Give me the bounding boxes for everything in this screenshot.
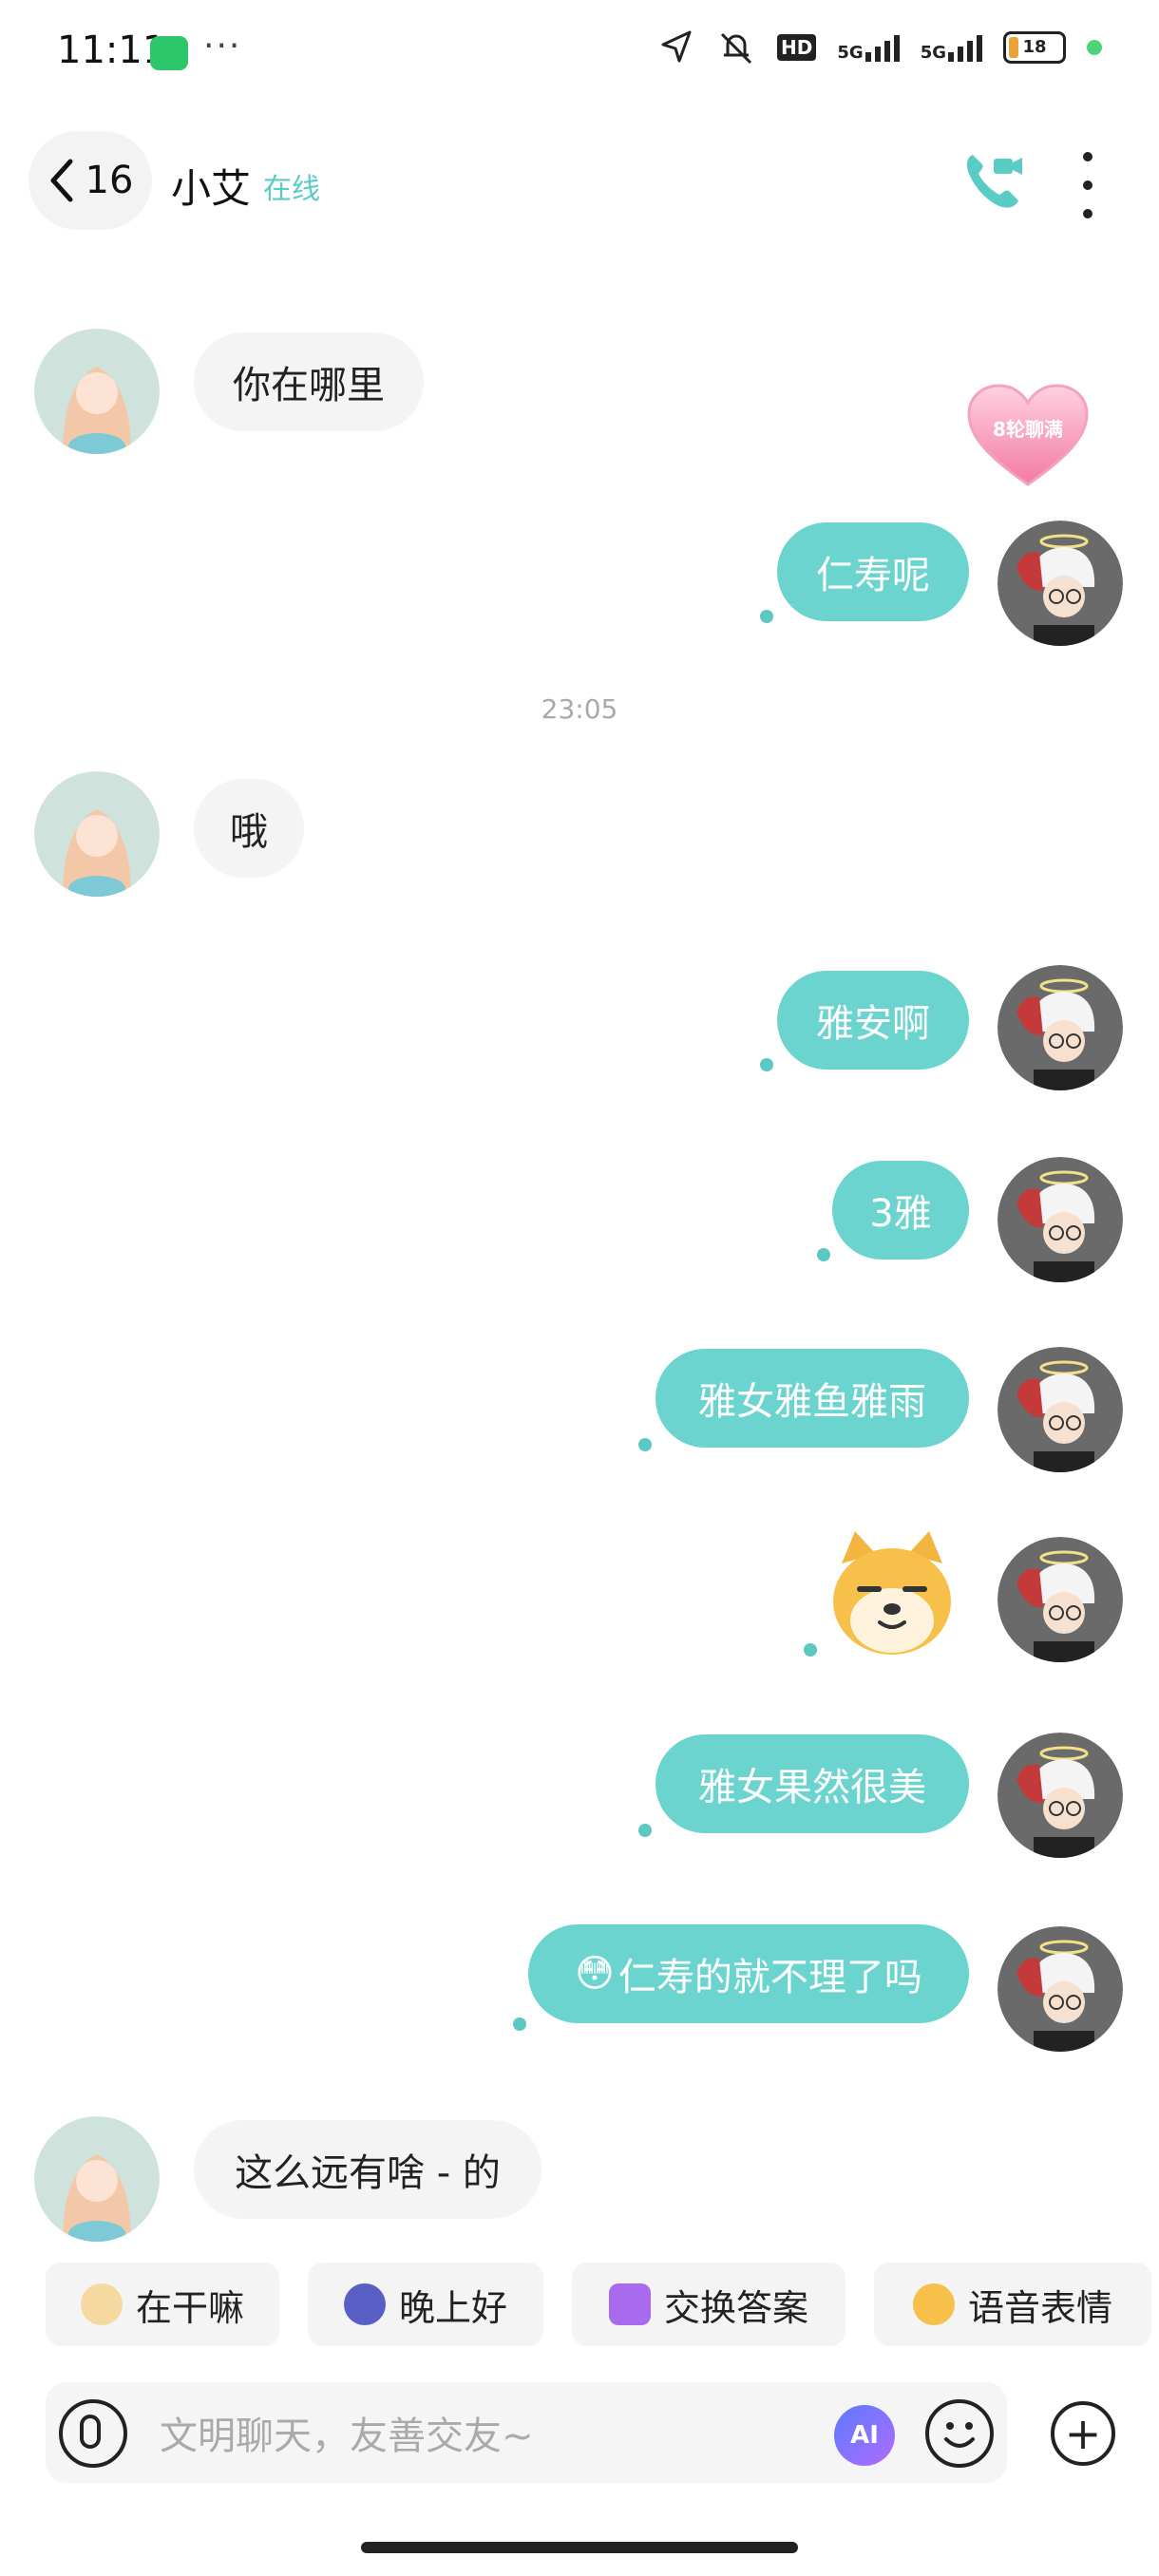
sent-indicator xyxy=(638,1438,652,1451)
add-attachment-icon[interactable]: + xyxy=(1051,2401,1115,2466)
hd-icon: HD xyxy=(777,34,817,61)
sent-indicator xyxy=(760,610,773,623)
quick-reply-chip[interactable]: 语音表情 xyxy=(874,2263,1151,2346)
contact-avatar[interactable] xyxy=(34,2116,160,2242)
exchange-icon xyxy=(608,2283,651,2325)
quick-reply-chip[interactable]: 在干嘛 xyxy=(46,2263,279,2346)
shiba-dog-sticker[interactable] xyxy=(823,1525,961,1664)
quick-reply-chip[interactable]: 交换答案 xyxy=(572,2263,846,2346)
message-bubble-sent[interactable]: 雅女雅鱼雅雨 xyxy=(656,1349,969,1448)
phone-hand-icon xyxy=(80,2283,123,2325)
more-notifications-icon: ··· xyxy=(203,27,242,66)
voice-input-icon[interactable] xyxy=(59,2399,127,2468)
more-options-button[interactable] xyxy=(1074,152,1102,218)
sent-indicator xyxy=(804,1643,817,1657)
message-bubble-received[interactable]: 这么远有啥 - 的 xyxy=(194,2120,542,2219)
sent-indicator xyxy=(817,1248,830,1261)
contact-name[interactable]: 小艾 xyxy=(171,157,251,215)
ai-assistant-icon[interactable]: AI xyxy=(834,2405,895,2466)
dog-face-icon xyxy=(833,1531,951,1655)
sent-indicator xyxy=(760,1058,773,1071)
badge-text: 8轮聊满 xyxy=(993,418,1063,441)
status-indicators: HD 5G 5G 18 xyxy=(657,28,1102,66)
sent-indicator xyxy=(513,2017,526,2031)
back-button[interactable]: 16 xyxy=(28,131,152,230)
quick-reply-label: 在干嘛 xyxy=(135,2286,244,2329)
message-bubble-received[interactable]: 你在哪里 xyxy=(194,332,424,431)
moon-icon xyxy=(343,2283,386,2325)
message-bubble-sent[interactable]: 3雅 xyxy=(832,1161,969,1260)
flushed-face-icon: 😳 xyxy=(575,1952,615,1996)
chat-rounds-badge: 8轮聊满 xyxy=(961,378,1094,492)
voice-emoji-icon xyxy=(912,2283,955,2325)
my-avatar[interactable] xyxy=(998,521,1123,646)
my-avatar[interactable] xyxy=(998,1733,1123,1858)
message-bubble-sent[interactable]: 仁寿呢 xyxy=(777,522,969,621)
message-bubble-sent[interactable]: 😳 仁寿的就不理了吗 xyxy=(528,1924,969,2023)
message-input[interactable]: 文明聊天，友善交友~ xyxy=(160,2405,534,2460)
message-timestamp: 23:05 xyxy=(541,693,618,725)
quick-reply-chip[interactable]: 晚上好 xyxy=(308,2263,543,2346)
location-icon xyxy=(661,30,692,63)
quick-reply-label: 交换答案 xyxy=(663,2286,808,2329)
my-avatar[interactable] xyxy=(998,1157,1123,1282)
emoji-icon[interactable] xyxy=(925,2399,994,2468)
chevron-left-icon xyxy=(50,159,73,202)
message-bubble-received[interactable]: 哦 xyxy=(194,779,304,878)
my-avatar[interactable] xyxy=(998,965,1123,1090)
network-5g-label-2: 5G xyxy=(920,43,946,63)
signal-bars-icon xyxy=(864,33,900,62)
battery-icon: 18 xyxy=(1003,31,1066,64)
my-avatar[interactable] xyxy=(998,1926,1123,2052)
message-text: 仁寿的就不理了吗 xyxy=(618,1956,922,1999)
signal-bars-icon-2 xyxy=(948,33,982,62)
mute-bell-icon xyxy=(720,32,752,65)
sent-indicator xyxy=(638,1824,652,1837)
contact-avatar[interactable] xyxy=(34,329,160,454)
my-avatar[interactable] xyxy=(998,1347,1123,1472)
contact-avatar[interactable] xyxy=(34,771,160,897)
quick-reply-label: 晚上好 xyxy=(398,2286,507,2329)
message-bubble-sent[interactable]: 雅安啊 xyxy=(777,971,969,1070)
online-status: 在线 xyxy=(263,173,320,206)
video-call-icon[interactable] xyxy=(960,147,1026,214)
my-avatar[interactable] xyxy=(998,1537,1123,1662)
quick-reply-label: 语音表情 xyxy=(967,2286,1112,2329)
privacy-dot-icon xyxy=(1087,40,1102,55)
home-indicator[interactable] xyxy=(361,2542,798,2553)
network-5g-label: 5G xyxy=(837,43,864,63)
message-bubble-sent[interactable]: 雅女果然很美 xyxy=(656,1734,969,1833)
unread-count: 16 xyxy=(85,159,134,202)
wechat-notification-icon xyxy=(150,36,188,70)
